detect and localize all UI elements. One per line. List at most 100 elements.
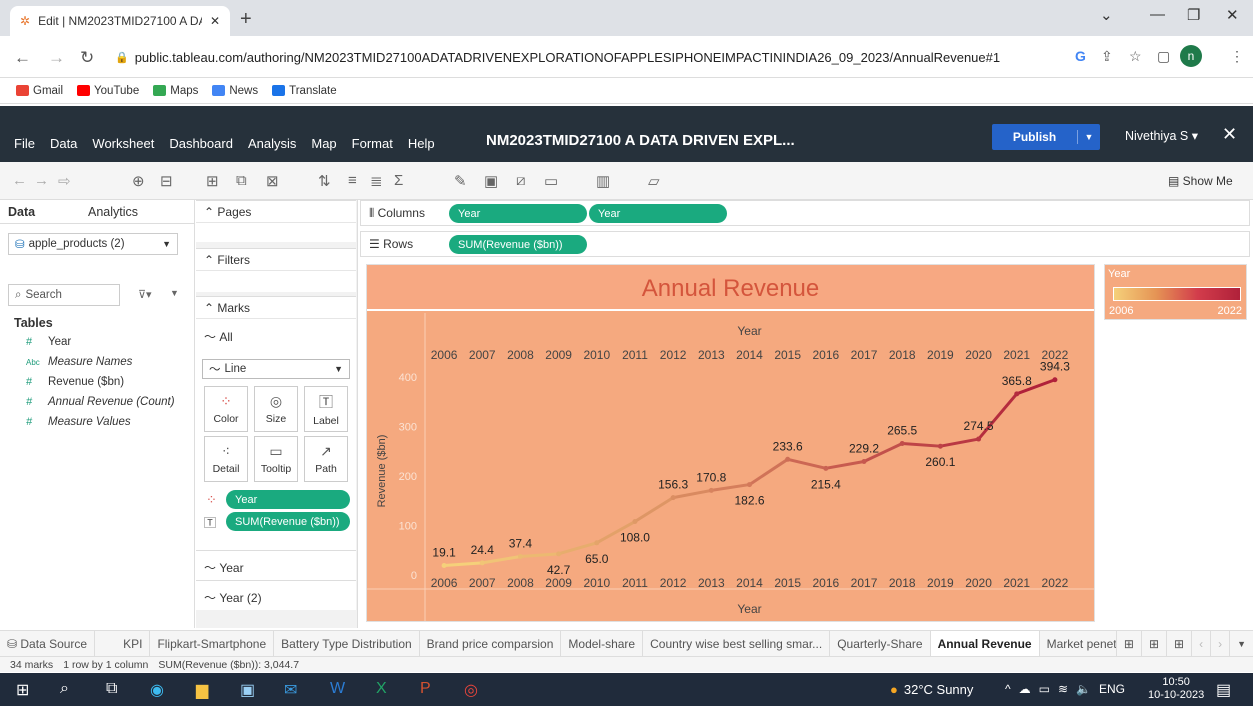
swap-icon[interactable]: ⇅ bbox=[318, 172, 331, 190]
format-icon[interactable]: ⧄ bbox=[516, 172, 526, 189]
menu-map[interactable]: Map bbox=[311, 136, 336, 151]
forward-icon[interactable]: → bbox=[48, 48, 65, 68]
scroll-right-icon[interactable]: › bbox=[1211, 630, 1231, 657]
chrome-icon[interactable]: ◎ bbox=[464, 680, 478, 700]
publish-dropdown-icon[interactable]: ▼ bbox=[1078, 132, 1100, 142]
bookmark-translate[interactable]: Translate bbox=[272, 85, 337, 97]
path-button[interactable]: ↗ Path bbox=[304, 436, 348, 482]
new-datasource-icon[interactable]: ⊕ bbox=[132, 172, 145, 190]
field-revenue[interactable]: # Revenue ($bn) bbox=[26, 376, 124, 388]
bookmark-gmail[interactable]: Gmail bbox=[16, 85, 63, 97]
field-measure-values[interactable]: # Measure Values bbox=[26, 416, 131, 428]
menu-analysis[interactable]: Analysis bbox=[248, 136, 296, 151]
detail-button[interactable]: ⁖ Detail bbox=[204, 436, 248, 482]
menu-dashboard[interactable]: Dashboard bbox=[169, 136, 233, 151]
pause-updates-icon[interactable]: ⊟ bbox=[160, 172, 173, 190]
redo-icon[interactable]: → bbox=[34, 172, 49, 189]
rows-shelf[interactable]: ☰ Rows SUM(Revenue ($bn)) bbox=[360, 231, 1250, 257]
search-input[interactable]: ⌕ Search bbox=[8, 284, 120, 306]
windows-start-icon[interactable]: ⊞ bbox=[16, 680, 29, 700]
year2-card[interactable]: 〜 Year (2) bbox=[196, 580, 356, 610]
new-worksheet-icon[interactable]: ⊞ bbox=[206, 172, 219, 190]
sheet-tab-model-share[interactable]: Model-share bbox=[561, 630, 644, 657]
tooltip-icon[interactable]: ▱ bbox=[648, 172, 660, 190]
tab-analytics[interactable]: Analytics bbox=[80, 200, 146, 223]
sheet-tab-kpi[interactable]: KPI bbox=[95, 630, 151, 657]
word-icon[interactable]: W bbox=[330, 680, 345, 698]
field-year[interactable]: # Year bbox=[26, 336, 71, 348]
line-chart[interactable]: Year Year 2006 2006 2007 2007 2008 2008 2009 2009… bbox=[367, 313, 1094, 621]
menu-worksheet[interactable]: Worksheet bbox=[92, 136, 154, 151]
filters-shelf[interactable] bbox=[196, 270, 356, 292]
share-icon[interactable]: ⇪ bbox=[1101, 48, 1113, 65]
menu-kebab-icon[interactable]: ⋮ bbox=[1230, 48, 1244, 65]
bookmark-maps[interactable]: Maps bbox=[153, 85, 198, 97]
filters-card-header[interactable]: ⌃ Filters bbox=[196, 248, 356, 270]
label-button[interactable]: 🅃 Label bbox=[304, 386, 348, 432]
field-annual-revenue-count[interactable]: # Annual Revenue (Count) bbox=[26, 396, 175, 408]
side-panel-icon[interactable]: ▢ bbox=[1157, 48, 1170, 65]
scroll-left-icon[interactable]: ‹ bbox=[1192, 630, 1212, 657]
new-worksheet-tab-icon[interactable]: ⊞ bbox=[1117, 630, 1142, 657]
tab-search-icon[interactable]: ⌄ bbox=[1100, 6, 1113, 24]
weather-widget[interactable]: ● 32°C Sunny bbox=[890, 682, 973, 697]
sheet-tab-battery[interactable]: Battery Type Distribution bbox=[274, 630, 420, 657]
new-story-tab-icon[interactable]: ⊞ bbox=[1167, 630, 1193, 657]
marks-pill-revenue[interactable]: SUM(Revenue ($bn)) bbox=[226, 512, 350, 531]
tooltip-button[interactable]: ▭ Tooltip bbox=[254, 436, 298, 482]
bookmark-youtube[interactable]: YouTube bbox=[77, 85, 139, 97]
presentation-icon[interactable]: ▥ bbox=[596, 172, 610, 190]
color-legend[interactable]: Year 2006 2022 bbox=[1104, 264, 1247, 320]
year-card[interactable]: 〜 Year bbox=[196, 550, 356, 580]
sheet-tab-brand-price[interactable]: Brand price comparsion bbox=[420, 630, 562, 657]
marks-pill-year[interactable]: Year bbox=[226, 490, 350, 509]
wifi-icon[interactable]: ≋ bbox=[1058, 682, 1068, 696]
duplicate-sheet-icon[interactable]: ⧉ bbox=[236, 172, 247, 189]
columns-pill-year2[interactable]: Year bbox=[589, 204, 727, 223]
menu-format[interactable]: Format bbox=[352, 136, 393, 151]
mark-type-select[interactable]: 〜 Line ▼ bbox=[202, 359, 350, 379]
edge-icon[interactable]: ◉ bbox=[150, 680, 164, 700]
pages-card-header[interactable]: ⌃ Pages bbox=[196, 200, 356, 222]
mail-icon[interactable]: ✉ bbox=[284, 680, 297, 700]
bookmark-news[interactable]: News bbox=[212, 85, 258, 97]
sheet-tab-annual-revenue[interactable]: Annual Revenue bbox=[930, 630, 1040, 657]
powerpoint-icon[interactable]: P bbox=[420, 680, 431, 698]
replay-icon[interactable]: ⇨ bbox=[58, 172, 71, 190]
sort-asc-icon[interactable]: ≡ bbox=[348, 172, 357, 189]
task-view-icon[interactable]: ⧉ bbox=[106, 680, 117, 698]
color-button[interactable]: ⁘ Color bbox=[204, 386, 248, 432]
pages-shelf[interactable] bbox=[196, 222, 356, 242]
window-close-icon[interactable]: ✕ bbox=[1226, 6, 1239, 24]
marks-all-header[interactable]: 〜 All bbox=[204, 328, 233, 345]
clock[interactable]: 10:50 10-10-2023 bbox=[1148, 676, 1204, 702]
battery-icon[interactable]: ▭ bbox=[1039, 682, 1050, 696]
sheet-tab-quarterly[interactable]: Quarterly-Share bbox=[830, 630, 931, 657]
undo-icon[interactable]: ← bbox=[12, 172, 27, 189]
sheet-tab-flipkart[interactable]: Flipkart-Smartphone bbox=[150, 630, 275, 657]
user-menu[interactable]: Nivethiya S ▾ bbox=[1125, 128, 1198, 143]
browser-tab[interactable]: ✲ Edit | NM2023TMID27100 A DAT ✕ bbox=[10, 6, 230, 36]
close-editor-icon[interactable]: ✕ bbox=[1222, 124, 1237, 145]
publish-button[interactable]: Publish ▼ bbox=[992, 124, 1100, 150]
tab-data[interactable]: Data bbox=[0, 200, 80, 223]
rows-pill-revenue[interactable]: SUM(Revenue ($bn)) bbox=[449, 235, 587, 254]
reload-icon[interactable]: ↻ bbox=[80, 48, 94, 68]
back-icon[interactable]: ← bbox=[14, 48, 31, 68]
store-icon[interactable]: ▣ bbox=[240, 680, 255, 700]
excel-icon[interactable]: X bbox=[376, 680, 387, 698]
search-icon[interactable]: ⌕ bbox=[60, 680, 69, 698]
workbook-title[interactable]: NM2023TMID27100 A DATA DRIVEN EXPL... bbox=[486, 132, 795, 149]
columns-shelf[interactable]: ⦀ Columns Year Year bbox=[360, 200, 1250, 226]
menu-help[interactable]: Help bbox=[408, 136, 435, 151]
close-tab-icon[interactable]: ✕ bbox=[210, 14, 220, 28]
bookmark-star-icon[interactable]: ☆ bbox=[1129, 48, 1142, 65]
new-tab-icon[interactable]: + bbox=[240, 8, 252, 31]
totals-icon[interactable]: Σ bbox=[394, 172, 403, 189]
minimize-icon[interactable]: — bbox=[1150, 6, 1165, 23]
volume-icon[interactable]: 🔈 bbox=[1076, 682, 1091, 696]
marks-card-header[interactable]: ⌃ Marks bbox=[196, 296, 356, 318]
file-explorer-icon[interactable]: ▆ bbox=[196, 680, 208, 700]
chevron-up-icon[interactable]: ^ bbox=[1005, 682, 1011, 696]
labels-icon[interactable]: ▣ bbox=[484, 172, 498, 190]
